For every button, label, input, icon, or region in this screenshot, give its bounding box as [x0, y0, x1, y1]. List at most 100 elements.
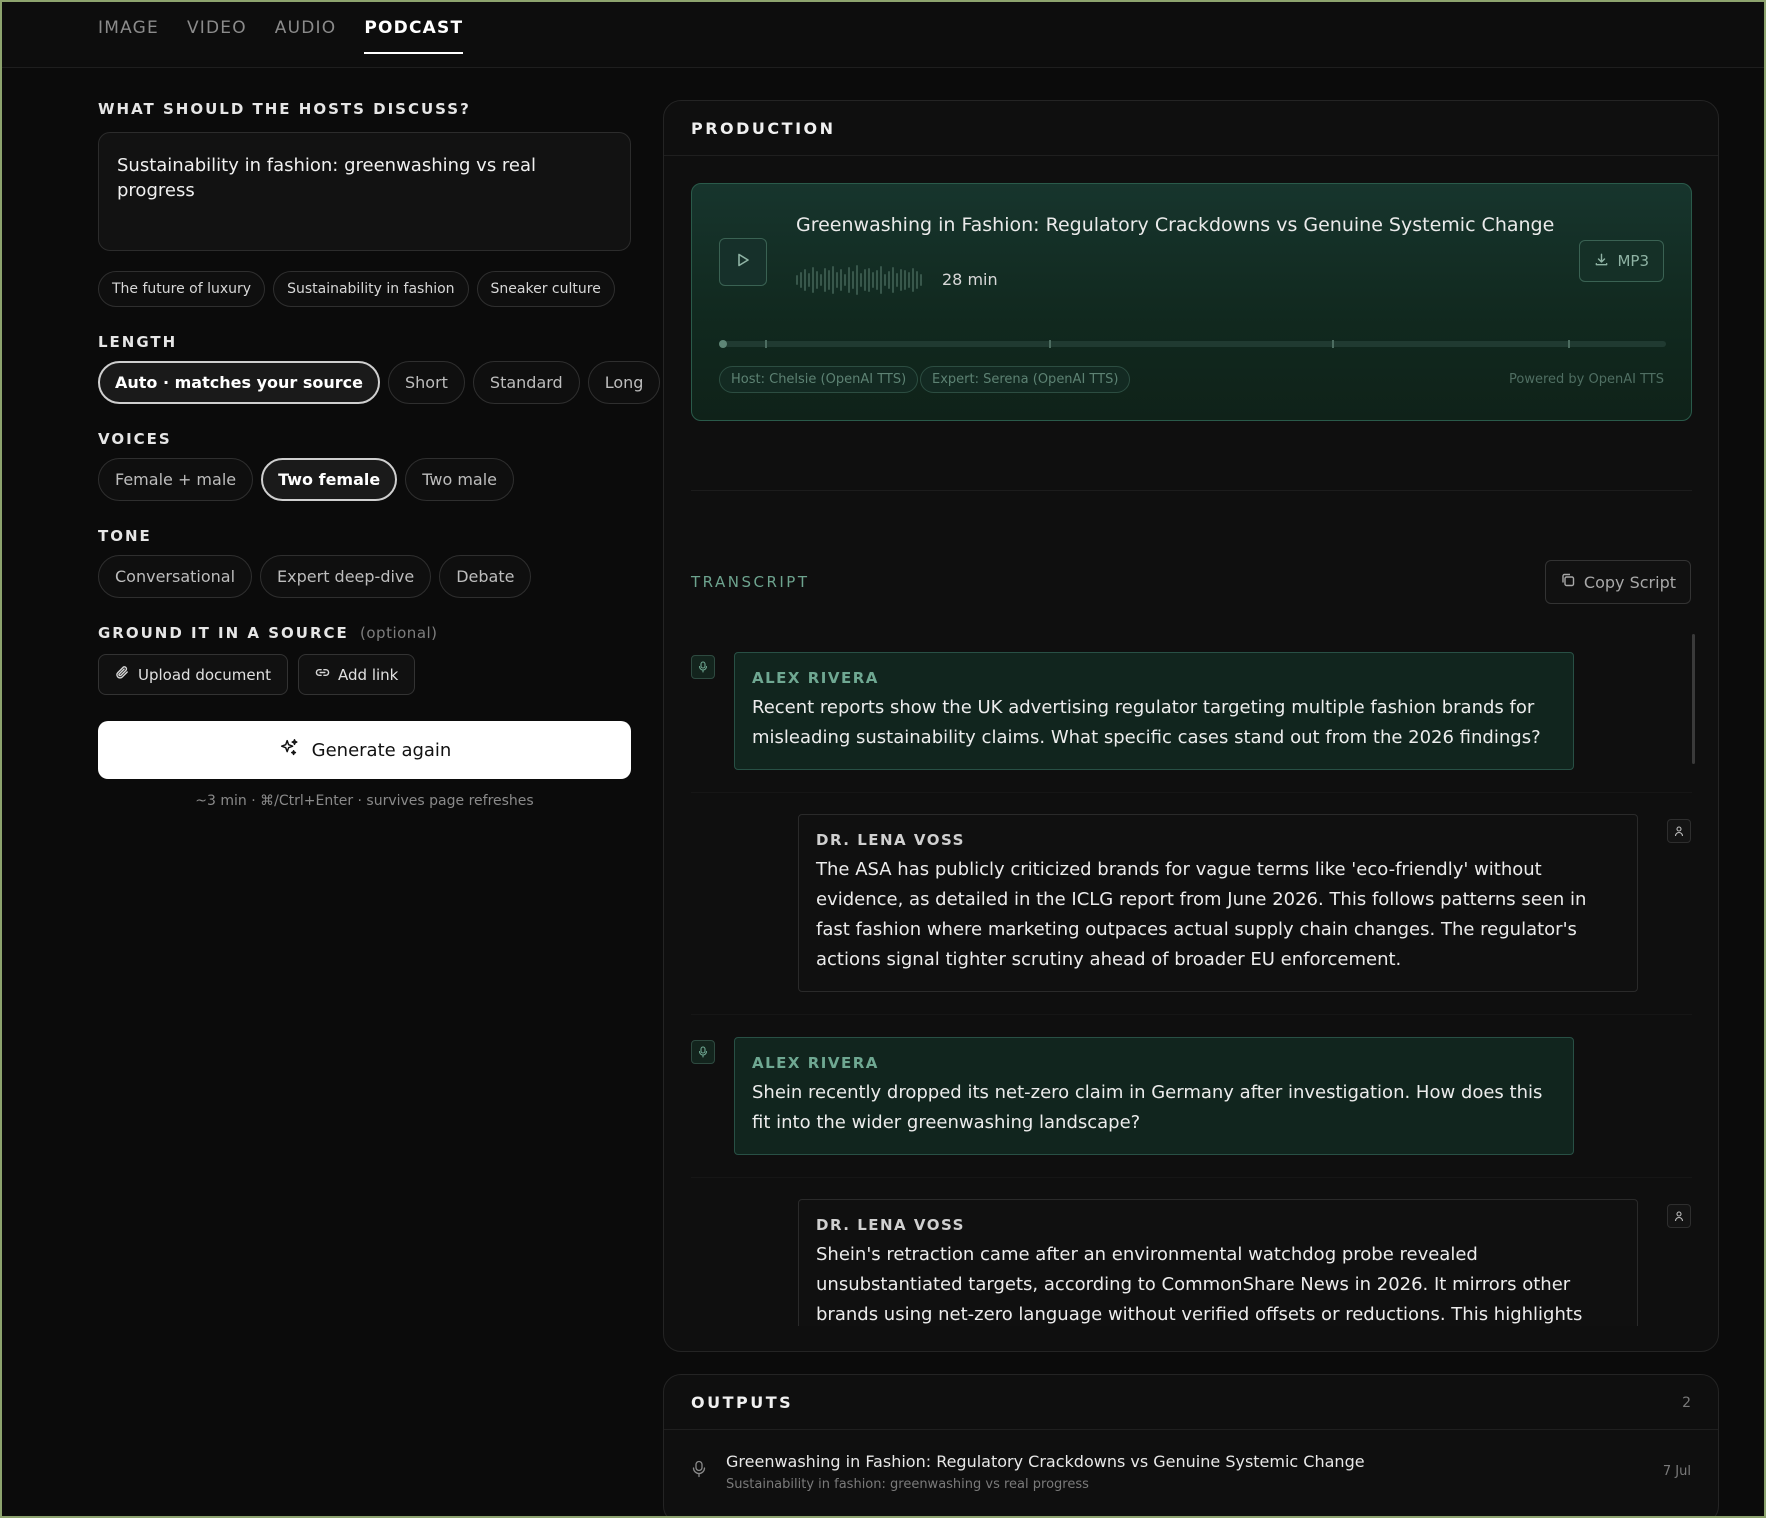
transcript-turn-expert: DR. LENA VOSS The ASA has publicly criti…	[798, 814, 1638, 992]
chapter-marker[interactable]	[1568, 340, 1570, 348]
waveform-bar	[808, 273, 810, 287]
turn-separator	[691, 1177, 1692, 1178]
waveform-bar	[828, 270, 830, 290]
waveform-bar	[864, 269, 866, 291]
turn-text: The ASA has publicly criticized brands f…	[816, 859, 1587, 970]
topic-input[interactable]: Sustainability in fashion: greenwashing …	[98, 132, 631, 251]
waveform-bar	[872, 272, 874, 288]
transcript-turn-host: ALEX RIVERA Recent reports show the UK a…	[734, 652, 1574, 770]
copy-script-button[interactable]: Copy Script	[1544, 560, 1691, 604]
download-icon	[1594, 252, 1609, 271]
generate-again-button[interactable]: Generate again	[98, 721, 631, 779]
outputs-count: 2	[1682, 1395, 1691, 1411]
speaker-name: DR. LENA VOSS	[816, 1216, 965, 1234]
turn-separator	[691, 792, 1692, 793]
generate-again-label: Generate again	[311, 739, 452, 761]
tone-option-expert[interactable]: Expert deep-dive	[260, 555, 432, 598]
download-mp3-label: MP3	[1617, 252, 1649, 270]
microphone-icon	[691, 1040, 715, 1064]
waveform-bar	[800, 272, 802, 288]
tab-image[interactable]: IMAGE	[98, 18, 159, 54]
waveform-bar	[908, 272, 910, 288]
waveform-bar	[888, 271, 890, 289]
sparkle-icon	[278, 737, 300, 764]
copy-icon	[1560, 572, 1576, 592]
chapter-marker[interactable]	[1049, 340, 1051, 348]
output-item[interactable]: Greenwashing in Fashion: Regulatory Crac…	[664, 1430, 1718, 1502]
tone-group: TONE Conversational Expert deep-dive Deb…	[98, 527, 631, 598]
expert-voice-badge: Expert: Serena (OpenAI TTS)	[920, 366, 1131, 393]
waveform-bar	[844, 274, 846, 286]
voices-label: VOICES	[98, 430, 172, 448]
output-subtitle: Sustainability in fashion: greenwashing …	[726, 1477, 1089, 1492]
upload-document-button[interactable]: Upload document	[98, 654, 289, 695]
source-optional-note: (optional)	[360, 624, 438, 642]
microphone-icon	[691, 1460, 707, 1482]
voices-option-two-female[interactable]: Two female	[261, 458, 398, 501]
suggestion-chip[interactable]: Sneaker culture	[476, 271, 615, 307]
transcript-label: TRANSCRIPT	[691, 573, 810, 591]
voices-group: VOICES Female + male Two female Two male	[98, 430, 631, 501]
voices-option-female-male[interactable]: Female + male	[98, 458, 254, 501]
length-option-short[interactable]: Short	[387, 361, 465, 404]
tab-audio[interactable]: AUDIO	[275, 18, 337, 54]
play-button[interactable]	[719, 238, 767, 286]
production-panel: PRODUCTION Greenwashing in Fashion: Regu…	[663, 100, 1719, 1352]
output-date: 7 Jul	[1662, 1464, 1691, 1479]
outputs-panel: OUTPUTS 2 Greenwashing in Fashion: Regul…	[663, 1374, 1719, 1518]
waveform-bar	[916, 271, 918, 289]
add-link-button[interactable]: Add link	[298, 654, 416, 695]
chapter-marker[interactable]	[765, 340, 767, 348]
length-option-standard[interactable]: Standard	[472, 361, 580, 404]
waveform	[796, 264, 922, 296]
turn-text: Recent reports show the UK advertising r…	[752, 697, 1541, 748]
waveform-bar	[860, 273, 862, 287]
person-icon	[1667, 819, 1691, 843]
prompt-label: WHAT SHOULD THE HOSTS DISCUSS?	[98, 100, 471, 118]
waveform-bar	[796, 275, 798, 285]
episode-duration: 28 min	[942, 270, 998, 289]
waveform-bar	[840, 269, 842, 291]
tab-podcast[interactable]: PODCAST	[364, 18, 464, 54]
waveform-bar	[896, 273, 898, 287]
turn-separator	[691, 1014, 1692, 1015]
source-label-text: GROUND IT IN A SOURCE	[98, 624, 349, 642]
tone-option-debate[interactable]: Debate	[439, 555, 532, 598]
length-option-long[interactable]: Long	[587, 361, 661, 404]
progress-track[interactable]	[719, 340, 1666, 348]
microphone-icon	[691, 655, 715, 679]
link-icon	[315, 665, 330, 684]
generate-hint: ~3 min · ⌘/Ctrl+Enter · survives page re…	[195, 793, 534, 809]
source-group: GROUND IT IN A SOURCE (optional) Upload …	[98, 624, 631, 695]
tab-video[interactable]: VIDEO	[187, 18, 247, 54]
tone-option-conversational[interactable]: Conversational	[98, 555, 253, 598]
download-mp3-button[interactable]: MP3	[1579, 240, 1664, 282]
host-voice-badge: Host: Chelsie (OpenAI TTS)	[719, 366, 919, 393]
waveform-bar	[832, 266, 834, 294]
waveform-bar	[824, 268, 826, 292]
waveform-bar	[876, 270, 878, 290]
waveform-bar	[804, 269, 806, 291]
waveform-bar	[816, 271, 818, 289]
suggestion-chip[interactable]: The future of luxury	[98, 271, 266, 307]
suggestion-chips: The future of luxury Sustainability in f…	[98, 271, 631, 307]
outputs-header: OUTPUTS 2	[664, 1375, 1718, 1430]
suggestion-chip[interactable]: Sustainability in fashion	[273, 271, 469, 307]
transcript-scrollbar[interactable]	[1692, 634, 1695, 764]
waveform-bar	[904, 270, 906, 290]
length-group: LENGTH Auto · matches your source Short …	[98, 333, 661, 404]
powered-by-note: Powered by OpenAI TTS	[1509, 372, 1664, 387]
progress-knob[interactable]	[719, 340, 727, 348]
chapter-marker[interactable]	[1332, 340, 1334, 348]
transcript-list[interactable]: ALEX RIVERA Recent reports show the UK a…	[664, 624, 1720, 1326]
waveform-bar	[912, 268, 914, 292]
voices-option-two-male[interactable]: Two male	[405, 458, 514, 501]
tone-label: TONE	[98, 527, 152, 545]
length-label: LENGTH	[98, 333, 178, 351]
length-option-auto[interactable]: Auto · matches your source	[98, 361, 380, 404]
person-icon	[1667, 1204, 1691, 1228]
waveform-bar	[880, 266, 882, 294]
podcast-form: WHAT SHOULD THE HOSTS DISCUSS? Sustainab…	[98, 100, 661, 809]
audio-player: Greenwashing in Fashion: Regulatory Crac…	[691, 183, 1692, 421]
paperclip-icon	[115, 665, 130, 684]
